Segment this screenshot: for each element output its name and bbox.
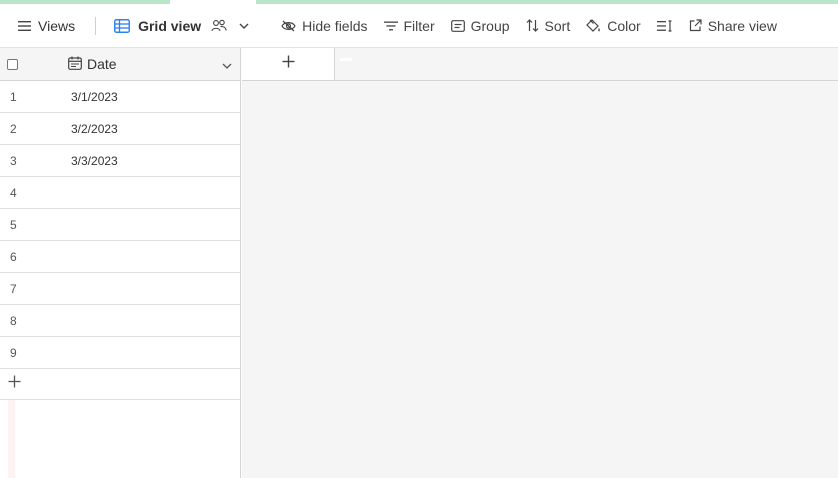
grid-view-label: Grid view	[138, 17, 202, 34]
row-number: 8	[10, 313, 17, 328]
filter-label: Filter	[403, 17, 435, 34]
grid-table-icon	[114, 18, 131, 33]
group-button[interactable]: Group	[443, 11, 518, 41]
grid-header-row: Date	[0, 48, 240, 81]
row-number: 1	[10, 89, 17, 104]
filter-button[interactable]: Filter	[376, 11, 443, 41]
toolbar-divider	[95, 16, 97, 35]
people-icon	[211, 19, 227, 32]
chevron-down-icon[interactable]	[222, 56, 232, 72]
date-cell[interactable]: 3/3/2023	[71, 154, 118, 168]
paint-bucket-icon	[586, 18, 601, 33]
hamburger-icon	[18, 20, 32, 32]
color-label: Color	[607, 17, 641, 34]
row-number: 3	[10, 153, 17, 168]
date-field-header[interactable]: Date	[68, 56, 240, 73]
row-number: 2	[10, 121, 17, 136]
calendar-icon	[68, 56, 82, 73]
table-row[interactable]: 3 3/3/2023	[0, 145, 240, 177]
select-all-checkbox[interactable]	[7, 58, 18, 70]
grid-empty-area	[242, 48, 838, 478]
chevron-down-icon	[239, 23, 249, 29]
grid-view-switcher[interactable]: Grid view	[106, 11, 257, 41]
color-button[interactable]: Color	[578, 11, 648, 41]
table-row[interactable]: 1 3/1/2023	[0, 81, 240, 113]
table-row[interactable]: 5	[0, 209, 240, 241]
table-row[interactable]: 4	[0, 177, 240, 209]
plus-icon	[282, 55, 295, 73]
row-number: 6	[10, 249, 17, 264]
row-color-strip	[8, 400, 15, 478]
add-record-button[interactable]	[0, 369, 240, 400]
external-link-icon	[689, 19, 702, 32]
hide-fields-button[interactable]: Hide fields	[273, 11, 375, 41]
view-toolbar: Views Grid view Hide fields Filter Group	[0, 4, 838, 48]
header-ghost	[340, 58, 352, 61]
share-view-button[interactable]: Share view	[681, 11, 785, 41]
views-button[interactable]: Views	[10, 11, 83, 41]
sort-button[interactable]: Sort	[518, 11, 579, 41]
row-number: 7	[10, 281, 17, 296]
group-box-icon	[450, 19, 465, 32]
table-row[interactable]: 6	[0, 241, 240, 273]
date-field-name: Date	[87, 56, 117, 72]
table-row[interactable]: 9	[0, 337, 240, 369]
row-number: 5	[10, 217, 17, 232]
row-height-icon	[656, 19, 673, 32]
grid-left-pane: Date 1 3/1/2023 2 3/2/2023 3 3/3/2023 4 5 6…	[0, 48, 241, 478]
sort-arrows-icon	[526, 19, 539, 32]
table-row[interactable]: 7	[0, 273, 240, 305]
share-view-label: Share view	[707, 17, 777, 34]
hide-fields-label: Hide fields	[302, 17, 368, 34]
table-row[interactable]: 8	[0, 305, 240, 337]
filter-lines-icon	[383, 21, 398, 31]
group-label: Group	[470, 17, 510, 34]
date-cell[interactable]: 3/2/2023	[71, 122, 118, 136]
eye-slash-icon	[281, 20, 296, 32]
row-number: 4	[10, 185, 17, 200]
date-cell[interactable]: 3/1/2023	[71, 90, 118, 104]
header-divider	[335, 80, 838, 81]
table-row[interactable]: 2 3/2/2023	[0, 113, 240, 145]
add-field-button[interactable]	[242, 48, 335, 81]
row-height-button[interactable]	[649, 11, 681, 41]
views-label: Views	[38, 17, 76, 34]
sort-label: Sort	[544, 17, 571, 34]
row-number: 9	[10, 345, 17, 360]
plus-icon	[8, 375, 21, 393]
